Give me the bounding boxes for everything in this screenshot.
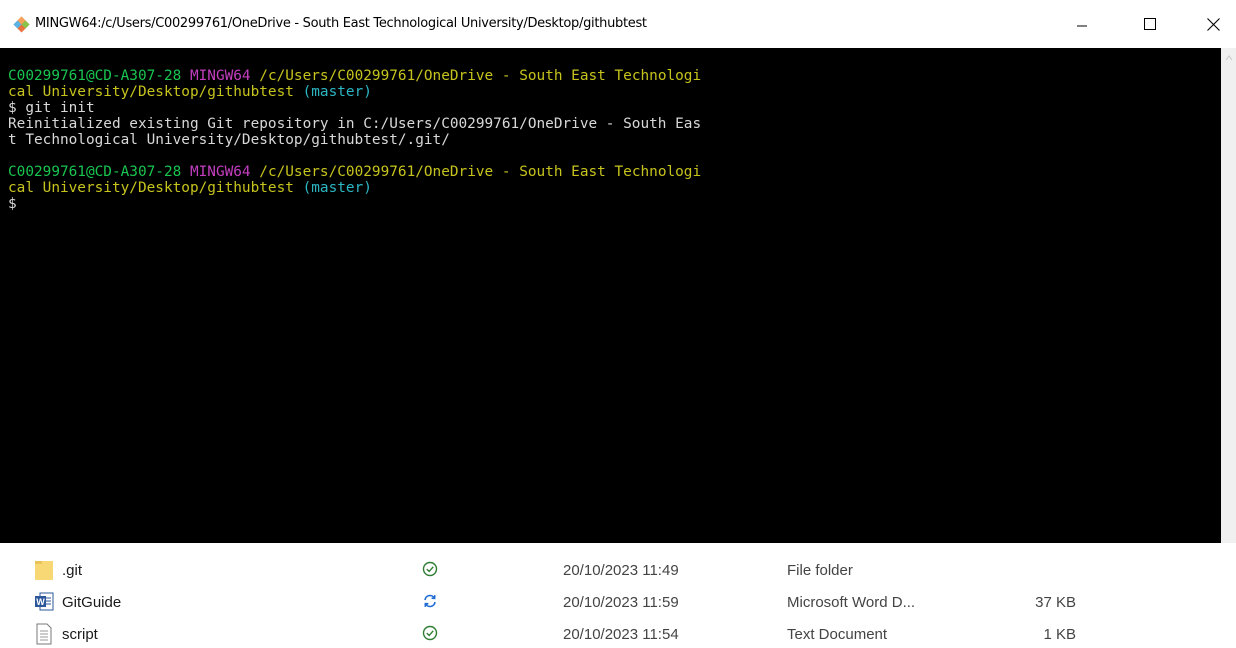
prompt-path: /c/Users/C00299761/OneDrive - South East… — [259, 68, 702, 84]
prompt-shell: MINGW64 — [189, 68, 251, 84]
prompt-line: C00299761@CD-A307-28 MINGW64 /c/Users/C0… — [8, 68, 1213, 84]
maximize-button[interactable] — [1127, 0, 1173, 48]
close-icon — [1206, 17, 1220, 31]
word-doc-icon: W — [35, 592, 54, 611]
file-type: Text Document — [787, 626, 888, 643]
file-size: 37 KB — [1035, 594, 1076, 611]
file-name: script — [62, 626, 98, 643]
close-button[interactable] — [1190, 0, 1236, 48]
terminal-top-padding — [0, 48, 1221, 60]
file-name: .git — [62, 562, 83, 579]
terminal-scrollbar[interactable] — [1221, 48, 1236, 543]
file-date: 20/10/2023 11:59 — [563, 594, 679, 611]
text-doc-icon — [36, 623, 52, 645]
file-date: 20/10/2023 11:49 — [563, 562, 679, 579]
maximize-icon — [1144, 18, 1156, 30]
prompt-user-host: C00299761@CD-A307-28 — [8, 68, 182, 84]
file-size: 1 KB — [1043, 626, 1076, 643]
input-cursor-line[interactable]: $ — [8, 196, 1213, 212]
file-date: 20/10/2023 11:54 — [563, 626, 679, 643]
prompt-line-continued: cal University/Desktop/githubtest (maste… — [8, 84, 1213, 100]
prompt-shell: MINGW64 — [189, 164, 251, 180]
prompt-path: /c/Users/C00299761/OneDrive - South East… — [259, 164, 702, 180]
file-type: Microsoft Word D... — [787, 594, 916, 611]
minimize-icon — [1077, 25, 1087, 27]
syncing-icon — [424, 594, 436, 608]
synced-icon — [422, 561, 438, 577]
prompt-line: C00299761@CD-A307-28 MINGW64 /c/Users/C0… — [8, 164, 1213, 180]
file-row-gitguide[interactable]: W GitGuide 20/10/2023 11:59 Microsoft Wo… — [0, 589, 1236, 621]
window-title: MINGW64:/c/Users/C00299761/OneDrive - So… — [35, 16, 647, 31]
output-line: Reinitialized existing Git repository in… — [8, 116, 702, 132]
file-name: GitGuide — [62, 594, 122, 611]
minimize-button[interactable] — [1059, 0, 1105, 48]
scroll-up-arrow-icon[interactable] — [1225, 54, 1233, 62]
file-row-git[interactable]: .git 20/10/2023 11:49 File folder — [0, 557, 1236, 589]
file-type: File folder — [787, 562, 853, 579]
svg-text:W: W — [36, 597, 45, 607]
prompt-branch: (master) — [302, 180, 372, 196]
command-line: $ git init — [8, 100, 95, 116]
prompt-user-host: C00299761@CD-A307-28 — [8, 164, 182, 180]
file-list: .git 20/10/2023 11:49 File folder W GitG… — [0, 543, 1236, 648]
prompt-line-continued: cal University/Desktop/githubtest (maste… — [8, 180, 1213, 196]
folder-icon — [35, 561, 53, 580]
prompt-branch: (master) — [302, 84, 372, 100]
prompt-path-continued: cal University/Desktop/githubtest — [8, 84, 294, 100]
terminal-output[interactable]: C00299761@CD-A307-28 MINGW64 /c/Users/C0… — [0, 60, 1221, 543]
output-line: t Technological University/Desktop/githu… — [8, 132, 450, 148]
window-titlebar[interactable]: MINGW64:/c/Users/C00299761/OneDrive - So… — [0, 0, 1236, 48]
git-icon — [13, 16, 30, 33]
prompt-path-continued: cal University/Desktop/githubtest — [8, 180, 294, 196]
file-row-script[interactable]: script 20/10/2023 11:54 Text Document 1 … — [0, 621, 1236, 648]
synced-icon — [422, 625, 438, 641]
